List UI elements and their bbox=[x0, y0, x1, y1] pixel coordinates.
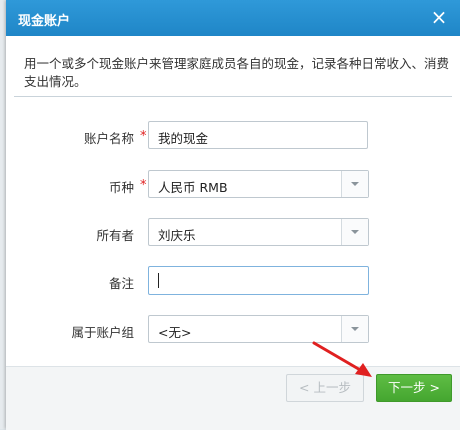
chevron-down-icon[interactable] bbox=[341, 219, 368, 245]
note-row: 备注 bbox=[6, 266, 460, 296]
account-group-label: 属于账户组 bbox=[71, 325, 134, 340]
next-button[interactable]: 下一步 > bbox=[376, 374, 452, 402]
required-mark: * bbox=[140, 129, 147, 144]
red-arrow-icon bbox=[312, 341, 372, 377]
account-group-value: <无> bbox=[158, 325, 192, 340]
note-label: 备注 bbox=[108, 276, 134, 291]
currency-select[interactable]: 人民币 RMB bbox=[148, 170, 369, 198]
text-caret bbox=[158, 273, 159, 288]
currency-value: 人民币 RMB bbox=[158, 180, 228, 195]
divider bbox=[14, 96, 452, 97]
dialog-footer: < 上一步 下一步 > bbox=[6, 366, 460, 430]
account-name-label: 账户名称 bbox=[83, 131, 134, 146]
required-mark: * bbox=[140, 178, 147, 193]
owner-value: 刘庆乐 bbox=[158, 228, 196, 243]
account-group-row: 属于账户组 <无> bbox=[6, 315, 460, 345]
owner-label: 所有者 bbox=[96, 228, 134, 243]
account-name-input[interactable]: 我的现金 bbox=[148, 121, 368, 149]
chevron-down-icon[interactable] bbox=[341, 171, 368, 197]
dialog-titlebar: 现金账户 × bbox=[6, 0, 460, 36]
currency-label: 币种 bbox=[108, 180, 134, 195]
owner-row: 所有者 刘庆乐 bbox=[6, 218, 460, 248]
currency-row: 币种 * 人民币 RMB bbox=[6, 170, 460, 200]
owner-select[interactable]: 刘庆乐 bbox=[148, 218, 369, 246]
cash-account-dialog: 现金账户 × 用一个或多个现金账户来管理家庭成员各自的现金，记录各种日常收入、消… bbox=[6, 0, 460, 430]
note-input[interactable] bbox=[148, 266, 369, 295]
account-name-row: 账户名称 * 我的现金 bbox=[6, 121, 460, 151]
dialog-title: 现金账户 bbox=[18, 14, 71, 29]
close-icon[interactable]: × bbox=[428, 6, 450, 28]
account-name-value: 我的现金 bbox=[158, 131, 209, 146]
dialog-description: 用一个或多个现金账户来管理家庭成员各自的现金，记录各种日常收入、消费支出情况。 bbox=[24, 56, 450, 89]
